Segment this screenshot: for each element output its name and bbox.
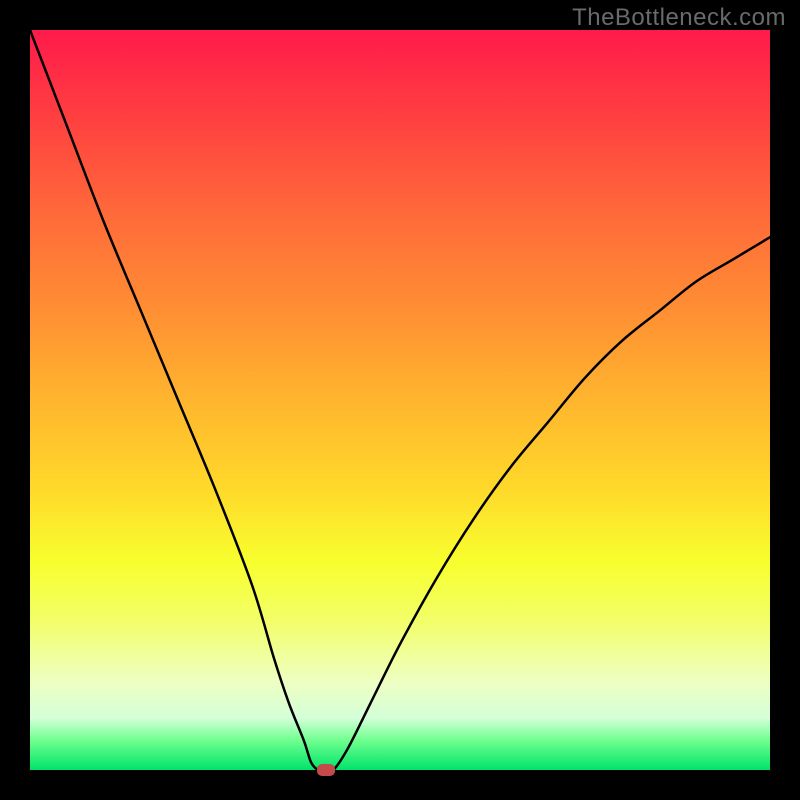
chart-frame: TheBottleneck.com	[0, 0, 800, 800]
bottleneck-curve	[30, 30, 770, 770]
curve-path	[30, 30, 770, 772]
watermark-text: TheBottleneck.com	[572, 4, 786, 32]
optimal-point-marker	[317, 764, 335, 776]
plot-area	[30, 30, 770, 770]
